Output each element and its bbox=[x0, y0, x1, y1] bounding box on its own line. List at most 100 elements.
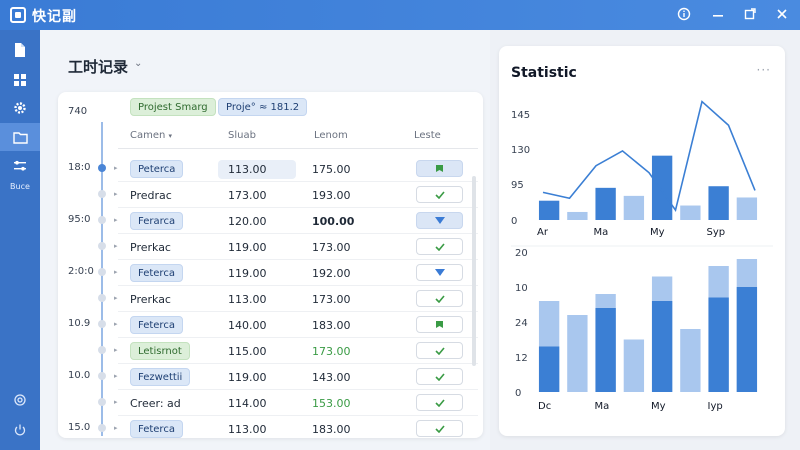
bar-light bbox=[567, 315, 588, 392]
check-icon bbox=[434, 346, 445, 355]
row-value-sluab: 113.00 bbox=[228, 423, 267, 436]
row-expander-icon[interactable]: ▸ bbox=[114, 346, 118, 354]
row-expander-icon[interactable]: ▸ bbox=[114, 242, 118, 250]
row-name: Prerkac bbox=[130, 241, 171, 254]
timeline-time: 10.9 bbox=[68, 318, 91, 329]
sidebar-item-documents[interactable] bbox=[0, 36, 40, 64]
row-expander-icon[interactable]: ▸ bbox=[114, 320, 118, 328]
x-tick-label: My bbox=[650, 227, 665, 238]
y-tick-label: 0 bbox=[515, 388, 521, 399]
row-expander-icon[interactable]: ▸ bbox=[114, 424, 118, 432]
row-value-sluab: 120.00 bbox=[228, 215, 267, 228]
y-tick-label: 130 bbox=[511, 145, 530, 156]
row-divider bbox=[118, 389, 478, 390]
timeline-dot bbox=[98, 372, 106, 380]
bar bbox=[623, 195, 645, 220]
row-divider bbox=[118, 207, 478, 208]
check-icon bbox=[434, 424, 445, 433]
project-tag[interactable]: Proje° ≈ 181.2 bbox=[218, 98, 308, 116]
header-divider bbox=[118, 148, 478, 149]
sidebar-item-folder[interactable] bbox=[0, 123, 40, 151]
timeline-dot bbox=[98, 216, 106, 224]
bar-dark bbox=[595, 308, 616, 392]
maximize-icon[interactable] bbox=[742, 7, 758, 23]
column-header[interactable]: Leste bbox=[414, 130, 441, 141]
sidebar-item-preferences[interactable] bbox=[0, 386, 40, 414]
row-name[interactable]: Feterca bbox=[130, 264, 183, 282]
y-tick-label: 0 bbox=[511, 216, 517, 227]
sidebar-item-dashboard[interactable] bbox=[0, 66, 40, 94]
status-check-button[interactable] bbox=[416, 238, 463, 255]
triangle-down-icon bbox=[434, 217, 445, 224]
sidebar-item-logout[interactable] bbox=[0, 416, 40, 444]
app-title: 快记副 bbox=[32, 9, 77, 25]
flag-icon bbox=[436, 321, 443, 328]
sidebar-item-settings[interactable] bbox=[0, 94, 40, 122]
row-name[interactable]: Ferarca bbox=[130, 212, 184, 230]
status-dropdown-button[interactable] bbox=[416, 264, 463, 281]
timeline-dot bbox=[98, 294, 106, 302]
charts-svg: 145 130 95 0 Ar Ma My Syp 20 10 24 12 0 Dc Ma My Iyp bbox=[511, 100, 773, 412]
x-tick-label: Dc bbox=[538, 401, 551, 412]
close-icon[interactable] bbox=[774, 7, 790, 23]
status-check-button[interactable] bbox=[416, 290, 463, 307]
sidebar-item-filters[interactable] bbox=[0, 152, 40, 180]
row-name[interactable]: Letisrnot bbox=[130, 342, 190, 360]
row-name[interactable]: Fezwettii bbox=[130, 368, 191, 386]
bar bbox=[651, 155, 673, 220]
info-icon[interactable] bbox=[676, 7, 692, 23]
scrollbar[interactable] bbox=[472, 176, 476, 366]
row-value-sluab: 113.00 bbox=[218, 160, 296, 179]
gear-icon bbox=[14, 102, 26, 114]
x-tick-label: My bbox=[651, 401, 666, 412]
status-check-button[interactable] bbox=[416, 186, 463, 203]
row-value-sluab: 119.00 bbox=[228, 267, 267, 280]
column-header-name[interactable]: Camen ▾ bbox=[130, 130, 172, 141]
power-icon bbox=[14, 424, 26, 436]
row-divider bbox=[118, 233, 478, 234]
title-bar: 快记副 bbox=[0, 0, 800, 30]
row-name: Prerkac bbox=[130, 293, 171, 306]
row-name: Creer: ad bbox=[130, 397, 181, 410]
project-tag[interactable]: Projest Smarg bbox=[130, 98, 216, 116]
row-expander-icon[interactable]: ▸ bbox=[114, 398, 118, 406]
timeline-dot bbox=[98, 424, 106, 432]
status-flag-button[interactable] bbox=[416, 160, 463, 177]
row-name[interactable]: Peterca bbox=[130, 160, 184, 178]
check-icon bbox=[434, 190, 445, 199]
row-expander-icon[interactable]: ▸ bbox=[114, 164, 118, 172]
status-dropdown-button[interactable] bbox=[416, 212, 463, 229]
row-expander-icon[interactable]: ▸ bbox=[114, 294, 118, 302]
row-value-lenom: 100.00 bbox=[312, 215, 355, 228]
row-value-sluab: 113.00 bbox=[228, 293, 267, 306]
status-check-button[interactable] bbox=[416, 368, 463, 385]
row-value-lenom: 173.00 bbox=[312, 293, 351, 306]
x-tick-label: Syp bbox=[707, 227, 726, 238]
row-expander-icon[interactable]: ▸ bbox=[114, 216, 118, 224]
chevron-down-icon[interactable]: ⌄ bbox=[134, 58, 142, 69]
settings-icon bbox=[14, 394, 26, 406]
row-expander-icon[interactable]: ▸ bbox=[114, 268, 118, 276]
x-tick-label: Ar bbox=[537, 227, 549, 238]
column-header[interactable]: Lenom bbox=[314, 130, 348, 141]
document-icon bbox=[15, 43, 25, 57]
status-flag-button[interactable] bbox=[416, 316, 463, 333]
status-check-button[interactable] bbox=[416, 394, 463, 411]
minimize-icon[interactable] bbox=[710, 7, 726, 23]
status-check-button[interactable] bbox=[416, 342, 463, 359]
timeline-time: 18:0 bbox=[68, 162, 91, 173]
column-header[interactable]: Sluab bbox=[228, 130, 256, 141]
row-value-sluab: 115.00 bbox=[228, 345, 267, 358]
timeline-time: 10.0 bbox=[68, 370, 91, 381]
row-name[interactable]: Feterca bbox=[130, 316, 183, 334]
status-check-button[interactable] bbox=[416, 420, 463, 437]
row-expander-icon[interactable]: ▸ bbox=[114, 372, 118, 380]
row-value-lenom: 183.00 bbox=[312, 423, 351, 436]
x-tick-label: Ma bbox=[595, 401, 610, 412]
y-tick-label: 145 bbox=[511, 110, 530, 121]
check-icon bbox=[434, 294, 445, 303]
row-value-lenom: 143.00 bbox=[312, 371, 351, 384]
row-name[interactable]: Feterca bbox=[130, 420, 183, 438]
sidebar-label: Buce bbox=[10, 182, 30, 191]
row-expander-icon[interactable]: ▸ bbox=[114, 190, 118, 198]
